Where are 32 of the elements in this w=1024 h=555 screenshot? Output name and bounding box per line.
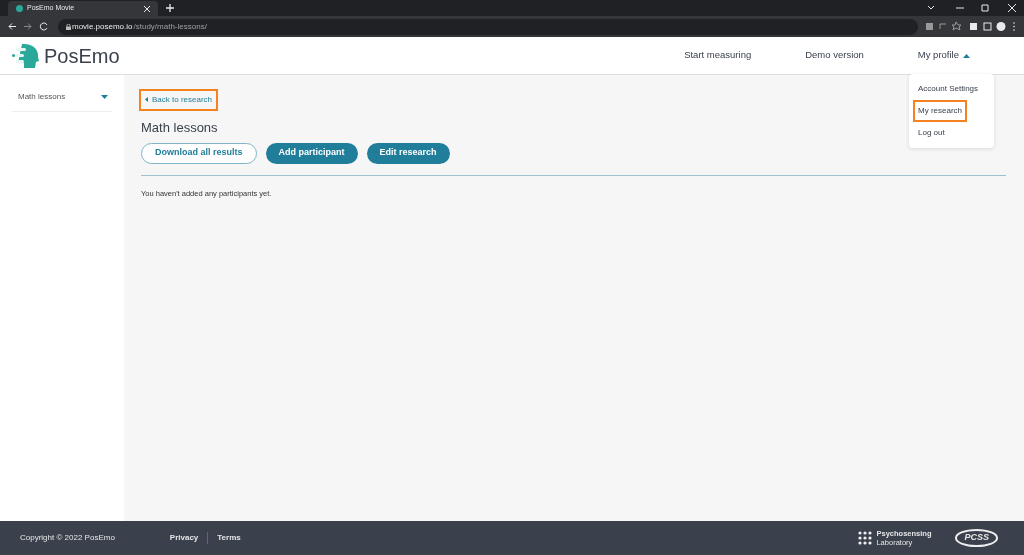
download-button[interactable]: Download all results xyxy=(141,142,257,164)
url-host: movie.posemo.io xyxy=(72,20,133,33)
nav-link[interactable]: Demo version xyxy=(805,48,864,63)
dots-icon xyxy=(858,531,874,545)
pcss-logo: PCSS xyxy=(955,529,998,547)
menu-item[interactable]: Log out xyxy=(915,124,988,142)
caret-icon xyxy=(101,95,108,99)
copyright-text: Copyright © 2022 PosEmo xyxy=(20,532,115,544)
head-logo-icon xyxy=(12,42,40,69)
tab-favicon-icon xyxy=(16,5,23,12)
menu-item[interactable]: Account Settings xyxy=(915,80,988,98)
window-controls-icon[interactable] xyxy=(926,4,1016,12)
url-path: /study/math-lessons/ xyxy=(133,20,207,33)
caret-icon xyxy=(963,53,970,58)
toolbar-icon[interactable] xyxy=(926,22,1016,31)
lock-icon xyxy=(66,23,71,30)
back-link[interactable]: Back to research xyxy=(141,90,217,109)
new-tab-icon[interactable] xyxy=(166,4,174,12)
navigation-icon[interactable] xyxy=(8,22,50,31)
action-button[interactable]: Edit research xyxy=(366,142,450,164)
profile-dropdown[interactable]: My profile xyxy=(917,48,970,63)
menu-item[interactable]: My research xyxy=(915,102,965,120)
footer-link[interactable]: Privacy xyxy=(160,532,208,544)
caret-left-icon xyxy=(145,97,148,102)
sidebar-item[interactable]: Math lessons xyxy=(12,91,112,112)
brand-name: PosEmo xyxy=(44,43,120,69)
close-icon[interactable] xyxy=(144,5,150,12)
address-bar[interactable]: movie.posemo.io/study/math-lessons/ xyxy=(58,18,918,35)
action-button[interactable]: Add participant xyxy=(265,142,358,164)
footer-link[interactable]: Terms xyxy=(207,532,250,544)
nav-link[interactable]: Start measuring xyxy=(684,48,752,63)
page-title: Math lessons xyxy=(141,119,218,137)
